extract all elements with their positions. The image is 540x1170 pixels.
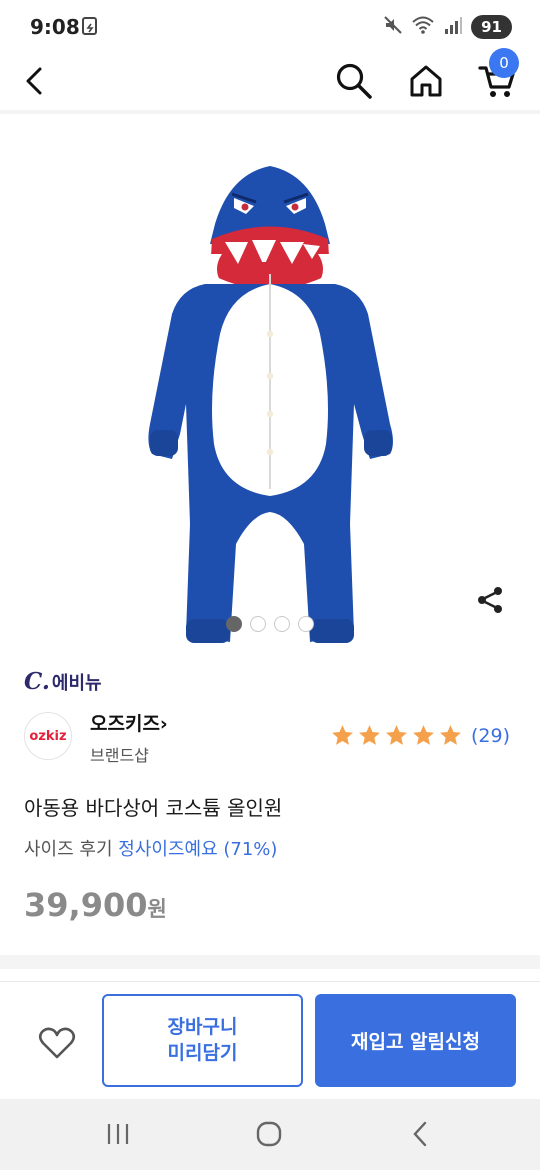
system-back-button[interactable] [400,1117,440,1151]
review-count: (29) [470,724,510,747]
cart-button[interactable]: 0 [472,48,522,106]
search-icon [336,63,372,99]
seller-label[interactable]: C. 에비뉴 [24,668,102,695]
seller-label-text: 에비뉴 [51,673,102,694]
wifi-icon [411,15,435,39]
pagination-dot[interactable] [226,616,242,632]
star-icon [359,725,380,745]
back-arrow-icon [26,67,42,95]
recent-apps-icon [107,1124,129,1144]
image-pagination [0,616,540,632]
section-divider [0,955,540,969]
brand-name: 오즈키즈 [90,713,160,735]
brand-subtitle: 브랜드샵 [90,746,149,765]
share-icon [478,587,502,613]
star-icon [332,725,353,745]
home-button[interactable] [401,56,451,106]
status-icons: 91 [383,14,512,40]
cart-later-line1: 장바구니 [167,1015,238,1038]
mute-icon [383,15,403,39]
home-circle-icon [256,1121,282,1147]
heart-icon [38,1027,76,1059]
star-icon [413,725,434,745]
size-review-value: 정사이즈예요 (71%) [118,839,278,860]
size-review-label: 사이즈 후기 [24,839,113,860]
seller-logo-c: C. [24,668,50,695]
star-icon [440,725,461,745]
add-to-cart-later-button[interactable]: 장바구니 미리담기 [102,994,303,1087]
status-bar: 9:08 91 [0,0,540,56]
pagination-dot[interactable] [250,616,266,632]
battery-indicator: 91 [471,15,512,39]
share-button[interactable] [470,580,510,620]
star-icon [386,725,407,745]
top-nav: 0 [0,48,540,110]
home-system-button[interactable] [249,1117,289,1151]
restock-alert-button[interactable]: 재입고 알림신청 [315,994,516,1087]
price-value: 39,900 [24,886,148,924]
wishlist-button[interactable] [32,1018,82,1068]
system-nav-bar [0,1099,540,1170]
cart-later-line2: 미리담기 [167,1041,238,1064]
system-back-icon [413,1121,427,1147]
size-review[interactable]: 사이즈 후기 정사이즈예요 (71%) [24,835,277,861]
brand-shop-link[interactable]: 오즈키즈› [90,709,168,736]
back-button[interactable] [10,56,60,106]
chevron-right-icon: › [159,713,168,735]
signal-icon [443,15,463,39]
cart-count-badge: 0 [489,48,519,78]
recent-apps-button[interactable] [98,1117,138,1151]
brand-logo[interactable]: ozkiz [24,712,72,760]
product-title: 아동용 바다상어 코스튬 올인원 [24,796,283,820]
pagination-dot[interactable] [274,616,290,632]
product-image[interactable] [0,114,540,654]
pagination-dot[interactable] [298,616,314,632]
bottom-action-bar: 장바구니 미리담기 재입고 알림신청 [0,981,540,1099]
home-icon [410,65,442,97]
price: 39,900원 [24,886,167,924]
shark-costume-illustration [148,166,393,643]
rating[interactable]: (29) [330,723,510,748]
search-button[interactable] [329,56,379,106]
notification-icon [80,16,100,40]
status-time: 9:08 [30,15,80,39]
price-currency: 원 [147,897,167,921]
